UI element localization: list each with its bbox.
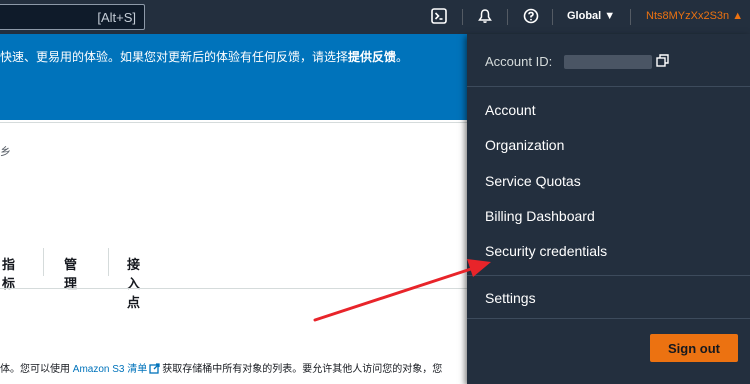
redacted-account-id (564, 55, 652, 69)
terminal-icon[interactable] (431, 8, 447, 24)
nav-divider (507, 9, 508, 25)
banner-text: 快速、更易用的体验。如果您对更新后的体验有任何反馈，请选择 (0, 50, 349, 64)
bell-icon[interactable] (477, 8, 493, 24)
banner-text-end: 。 (396, 50, 409, 64)
copy-icon[interactable] (656, 54, 670, 68)
account-dropdown-menu: Account ID: Account Organization Service… (467, 34, 750, 384)
menu-item-settings[interactable]: Settings (485, 290, 536, 306)
banner-message: 快速、更易用的体验。如果您对更新后的体验有任何反馈，请选择提供反馈。 (0, 48, 408, 65)
objects-description: 体。您可以使用 Amazon S3 清单 获取存储桶中所有对象的列表。要允许其他人… (0, 360, 442, 377)
sign-out-button[interactable]: Sign out (650, 334, 738, 362)
menu-item-billing-dashboard[interactable]: Billing Dashboard (485, 208, 595, 224)
menu-divider (467, 86, 750, 87)
tab-metrics[interactable]: 指标 (2, 254, 15, 292)
account-id-label: Account ID: (485, 54, 553, 69)
menu-divider (467, 275, 750, 276)
search-shortcut-hint: [Alt+S] (97, 10, 136, 25)
search-input[interactable]: [Alt+S] (0, 4, 145, 30)
tabs-divider (0, 288, 467, 289)
tab-access-points[interactable]: 接入点 (127, 254, 140, 311)
feedback-link[interactable]: 提供反馈 (348, 50, 396, 64)
nav-divider (630, 9, 631, 25)
partial-text: 乡 (0, 146, 11, 158)
menu-item-organization[interactable]: Organization (485, 137, 564, 153)
top-navigation-bar: [Alt+S] Global ▼ Nts8MYzXx2S3n ▲ (0, 0, 750, 34)
section-divider (0, 122, 467, 123)
menu-item-account[interactable]: Account (485, 102, 536, 118)
tab-divider (43, 248, 44, 276)
tab-divider (108, 248, 109, 276)
tab-management[interactable]: 管理 (64, 254, 77, 292)
help-circle-icon[interactable] (523, 8, 539, 24)
description-text-end: 获取存储桶中所有对象的列表。要允许其他人访问您的对象，您 (162, 364, 443, 375)
region-selector[interactable]: Global ▼ (567, 10, 615, 22)
info-banner: 快速、更易用的体验。如果您对更新后的体验有任何反馈，请选择提供反馈。 (0, 34, 467, 120)
s3-inventory-link[interactable]: Amazon S3 清单 (73, 364, 147, 375)
menu-item-security-credentials[interactable]: Security credentials (485, 243, 607, 259)
nav-divider (552, 9, 553, 25)
external-link-icon (149, 363, 160, 377)
account-menu-button[interactable]: Nts8MYzXx2S3n ▲ (646, 10, 743, 22)
nav-divider (462, 9, 463, 25)
description-text: 体。您可以使用 (0, 364, 70, 375)
menu-item-service-quotas[interactable]: Service Quotas (485, 173, 581, 189)
menu-divider (467, 318, 750, 319)
